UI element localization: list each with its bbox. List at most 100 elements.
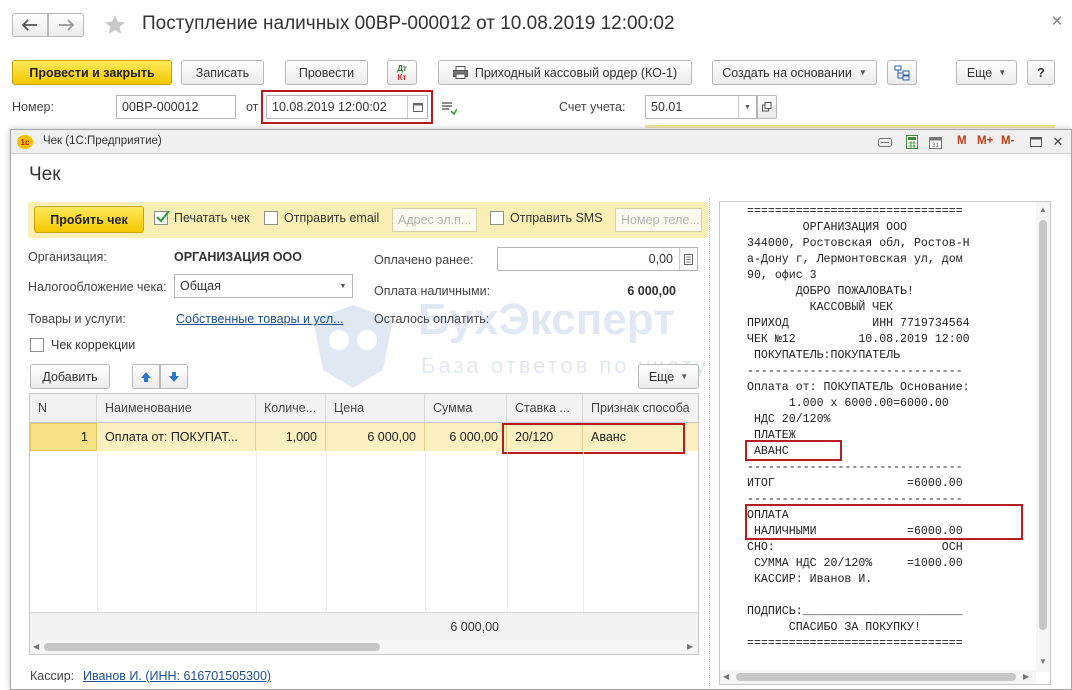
- email-address-field[interactable]: Адрес эл.п...: [392, 208, 477, 232]
- print-cash-order-label: Приходный кассовый ордер (КО-1): [474, 65, 678, 80]
- organization-label: Организация:: [28, 250, 107, 264]
- post-button[interactable]: Провести: [285, 60, 368, 85]
- create-based-on-button[interactable]: Создать на основании ▼: [712, 60, 877, 85]
- close-dialog-icon[interactable]: ✕: [1051, 134, 1065, 150]
- receipt-horizontal-scrollbar[interactable]: ◀ ▶: [720, 670, 1036, 684]
- table-more-button[interactable]: Еще ▼: [638, 364, 699, 389]
- receipt-line: -------------------------------: [747, 461, 963, 474]
- table-horizontal-scrollbar[interactable]: ◀ ▶: [30, 640, 698, 654]
- panel-separator: [709, 198, 710, 686]
- calculator-icon[interactable]: [904, 134, 920, 150]
- memory-minus-icon[interactable]: M-: [1001, 135, 1014, 147]
- print-receipt-option[interactable]: Печатать чек: [154, 210, 250, 225]
- grid-line: [326, 451, 327, 631]
- grid-line: [507, 451, 508, 631]
- cash-payment-highlight-frame: [745, 504, 1023, 540]
- correction-receipt-option[interactable]: Чек коррекции: [30, 338, 135, 352]
- send-sms-label: Отправить SMS: [510, 211, 603, 225]
- link-icon[interactable]: [877, 134, 893, 150]
- send-email-option[interactable]: Отправить email: [264, 211, 379, 225]
- account-underline-accent: [645, 125, 1055, 128]
- tax-system-select[interactable]: Общая ▼: [174, 274, 353, 298]
- column-header-quantity[interactable]: Количе...: [256, 394, 326, 422]
- cell-sum[interactable]: 6 000,00: [425, 423, 507, 451]
- history-icon[interactable]: [440, 100, 458, 116]
- phone-number-field[interactable]: Номер теле...: [615, 208, 702, 232]
- memory-plus-icon[interactable]: M+: [977, 135, 993, 147]
- receipt-vertical-scrollbar[interactable]: ▲ ▼: [1036, 202, 1050, 672]
- add-row-button[interactable]: Добавить: [30, 364, 110, 389]
- send-email-checkbox[interactable]: [264, 211, 278, 225]
- receipt-line: ПОДПИСЬ:_______________________: [747, 605, 963, 618]
- cashier-link[interactable]: Иванов И. (ИНН: 616701505300): [83, 669, 271, 683]
- back-button[interactable]: [12, 13, 48, 37]
- print-cash-order-button[interactable]: Приходный кассовый ордер (КО-1): [438, 60, 692, 85]
- more-actions-button[interactable]: Еще ▼: [956, 60, 1017, 85]
- printer-icon: [452, 66, 468, 79]
- move-down-button[interactable]: [160, 364, 188, 389]
- scrollbar-thumb[interactable]: [44, 643, 380, 651]
- receipt-line: КАССИР: Иванов И.: [747, 573, 873, 586]
- number-field[interactable]: 00ВР-000012: [116, 95, 236, 119]
- receipt-line: ИТОГ =6000.00: [747, 477, 963, 490]
- cell-name[interactable]: Оплата от: ПОКУПАТ...: [97, 423, 256, 451]
- date-label: от: [246, 100, 259, 114]
- column-header-vat-rate[interactable]: Ставка ...: [507, 394, 583, 422]
- save-button[interactable]: Записать: [181, 60, 264, 85]
- calendar-icon[interactable]: 31: [927, 134, 943, 150]
- cell-price[interactable]: 6 000,00: [326, 423, 425, 451]
- scroll-left-icon[interactable]: ◀: [33, 642, 39, 651]
- paid-before-value: 0,00: [648, 252, 673, 266]
- receipt-line: ПРИХОД ИНН 7719734564: [747, 317, 970, 330]
- help-button[interactable]: ?: [1027, 60, 1055, 85]
- favorite-star-icon[interactable]: [102, 12, 128, 38]
- scroll-left-icon[interactable]: ◀: [723, 672, 729, 681]
- memory-m-icon[interactable]: M: [957, 135, 967, 147]
- send-sms-checkbox[interactable]: [490, 211, 504, 225]
- maximize-icon[interactable]: [1029, 135, 1043, 149]
- scroll-down-icon[interactable]: ▼: [1039, 657, 1047, 666]
- goods-services-link[interactable]: Собственные товары и усл...: [176, 312, 344, 326]
- correction-receipt-checkbox[interactable]: [30, 338, 44, 352]
- post-and-close-button[interactable]: Провести и закрыть: [12, 60, 172, 85]
- dropdown-arrow-icon[interactable]: ▼: [738, 96, 756, 118]
- paid-before-field[interactable]: 0,00: [497, 247, 698, 271]
- organization-value: ОРГАНИЗАЦИЯ ООО: [174, 250, 302, 264]
- receipt-line: СНО: ОСН: [747, 541, 963, 554]
- account-value: 50.01: [651, 100, 683, 114]
- column-header-n[interactable]: N: [30, 394, 97, 422]
- dropdown-arrow-icon[interactable]: ▼: [334, 275, 352, 297]
- punch-receipt-button[interactable]: Пробить чек: [34, 206, 144, 233]
- receipt-line: ===============================: [747, 205, 963, 218]
- receipt-line: -------------------------------: [747, 365, 963, 378]
- receipt-line: СУММА НДС 20/120% =1000.00: [747, 557, 963, 570]
- open-account-button[interactable]: [757, 95, 777, 119]
- scroll-right-icon[interactable]: ▶: [687, 642, 693, 651]
- column-header-sum[interactable]: Сумма: [425, 394, 507, 422]
- column-header-price[interactable]: Цена: [326, 394, 425, 422]
- close-window-icon[interactable]: ✕: [1048, 12, 1066, 30]
- account-field[interactable]: 50.01 ▼: [645, 95, 757, 119]
- column-header-payment-method[interactable]: Признак способа: [583, 394, 698, 422]
- cell-n[interactable]: 1: [30, 423, 97, 451]
- receipt-line: 90, офис 3: [747, 269, 817, 282]
- forward-button[interactable]: [48, 13, 84, 37]
- dt-kt-button[interactable]: Дт Кт: [387, 60, 417, 85]
- column-header-name[interactable]: Наименование: [97, 394, 256, 422]
- structure-icon: [894, 65, 910, 80]
- scrollbar-thumb[interactable]: [736, 673, 1016, 681]
- scroll-right-icon[interactable]: ▶: [1023, 672, 1029, 681]
- vat-method-highlight-frame: [502, 423, 685, 454]
- cell-quantity[interactable]: 1,000: [256, 423, 326, 451]
- send-sms-option[interactable]: Отправить SMS: [490, 211, 603, 225]
- advance-highlight-frame: [745, 440, 842, 461]
- move-up-button[interactable]: [132, 364, 160, 389]
- calculator-icon[interactable]: [679, 248, 697, 270]
- scroll-up-icon[interactable]: ▲: [1039, 205, 1047, 214]
- dialog-title: Чек (1С:Предприятие): [43, 135, 162, 147]
- print-receipt-checkbox[interactable]: [154, 210, 170, 225]
- structure-button[interactable]: [887, 60, 917, 85]
- cell-n-value: 1: [81, 430, 88, 444]
- more-actions-label: Еще: [966, 65, 993, 80]
- scrollbar-thumb[interactable]: [1039, 220, 1047, 630]
